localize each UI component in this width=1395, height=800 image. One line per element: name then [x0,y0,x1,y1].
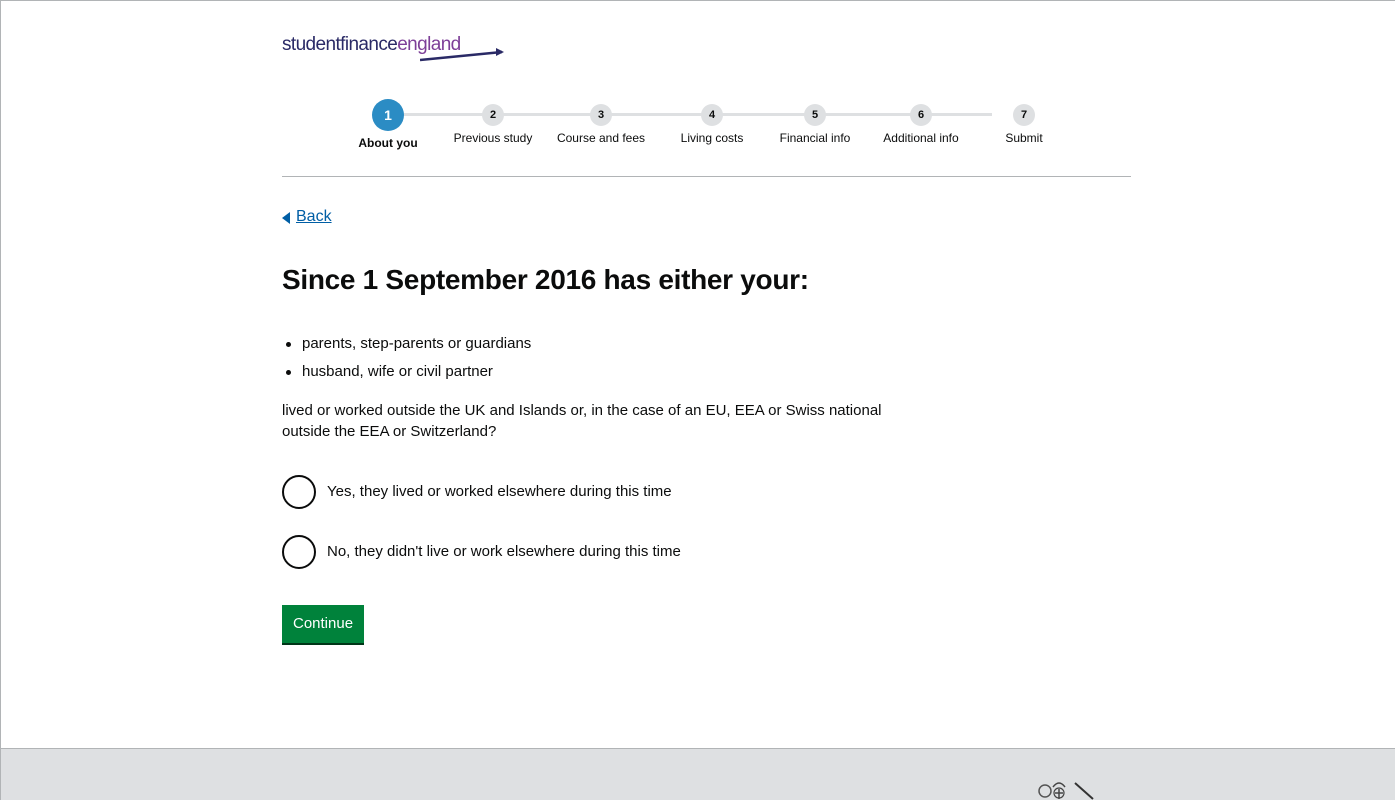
progress-steps: 1 About you 2 Previous study 3 Course an… [348,99,1048,160]
logo-word-finance: finance [340,34,398,55]
logo-swoosh-icon [420,48,504,62]
relations-list: parents, step-parents or guardians husba… [282,334,531,390]
royal-crest-icon [1038,782,1094,800]
step-number: 6 [910,104,932,126]
radio-label[interactable]: No, they didn't live or work elsewhere d… [327,543,681,560]
step-additional-info: 6 Additional info [866,100,976,145]
back-link[interactable]: Back [282,208,332,226]
radio-option-yes[interactable]: Yes, they lived or worked elsewhere duri… [282,475,802,511]
step-previous-study: 2 Previous study [438,100,548,145]
header-divider [282,176,1131,177]
step-label: Living costs [680,131,744,145]
step-about-you: 1 About you [333,99,443,150]
radio-button[interactable] [282,475,316,509]
step-number: 2 [482,104,504,126]
continue-button[interactable]: Continue [282,605,365,643]
page-title: Since 1 September 2016 has either your: [282,264,809,295]
step-number: 7 [1013,104,1035,126]
step-label: Financial info [779,131,851,145]
step-course-and-fees: 3 Course and fees [546,100,656,145]
back-arrow-icon [282,212,290,224]
step-number: 3 [590,104,612,126]
step-label: Submit [1005,131,1043,145]
list-item: parents, step-parents or guardians [282,334,531,362]
step-number: 5 [804,104,826,126]
footer [1,748,1395,800]
radio-label[interactable]: Yes, they lived or worked elsewhere duri… [327,483,672,500]
step-label: Course and fees [556,131,646,145]
radio-option-no[interactable]: No, they didn't live or work elsewhere d… [282,535,802,571]
sfe-logo[interactable]: studentfinanceengland [282,34,504,64]
back-link-label: Back [296,208,332,225]
question-text: lived or worked outside the UK and Islan… [282,402,882,440]
step-financial-info: 5 Financial info [760,100,870,145]
list-item: husband, wife or civil partner [282,362,531,390]
step-label: About you [358,136,418,150]
step-number: 1 [372,99,404,131]
logo-word-student: student [282,34,341,55]
step-label: Previous study [453,131,533,145]
step-submit: 7 Submit [969,100,1079,145]
step-living-costs: 4 Living costs [657,100,767,145]
step-number: 4 [701,104,723,126]
step-label: Additional info [883,131,959,145]
radio-button[interactable] [282,535,316,569]
